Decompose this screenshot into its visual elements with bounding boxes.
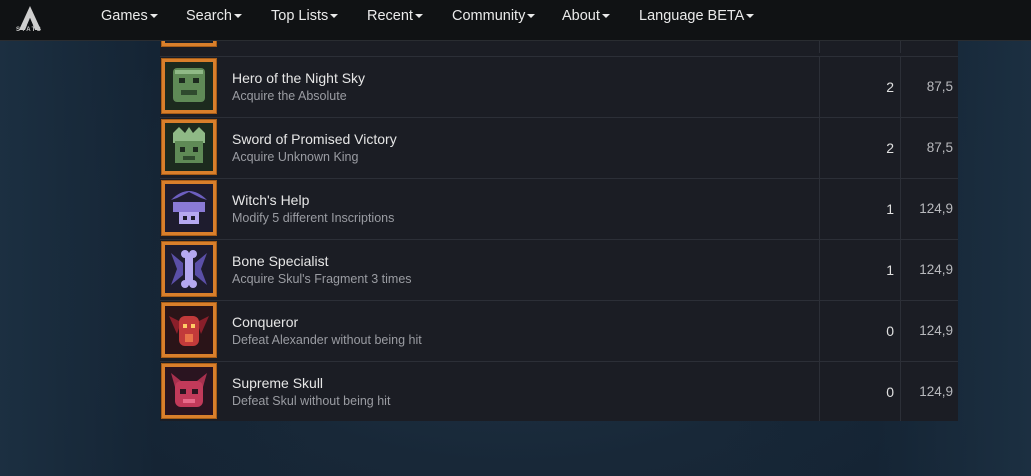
caret-down-icon	[527, 14, 536, 19]
nav-recent[interactable]: Recent	[367, 0, 423, 32]
achievement-description: Acquire the Absolute	[232, 89, 347, 103]
nav-recent-label: Recent	[367, 8, 413, 24]
achievement-icon-frame	[161, 180, 217, 236]
achievement-count: 1	[886, 262, 894, 278]
achievement-name[interactable]: Supreme Skull	[232, 375, 323, 391]
column-separator	[900, 301, 901, 361]
achievement-description: Defeat Alexander without being hit	[232, 333, 422, 347]
column-separator	[900, 118, 901, 178]
achievement-points: 124,9	[919, 262, 953, 277]
table-row[interactable]: Hero of the Night Sky Acquire the Absolu…	[160, 56, 958, 117]
caret-down-icon	[330, 14, 339, 19]
purple-witch-icon	[165, 184, 213, 232]
achievement-points: 87,5	[926, 79, 953, 94]
achievement-icon-frame	[161, 363, 217, 419]
achievement-description: Modify 5 different Inscriptions	[232, 211, 395, 225]
caret-down-icon	[233, 14, 242, 19]
red-skull-icon	[165, 367, 213, 415]
table-row[interactable]: Bone Specialist Acquire Skul's Fragment …	[160, 239, 958, 300]
achievement-name[interactable]: Bone Specialist	[232, 253, 329, 269]
achievement-points: 124,9	[919, 384, 953, 399]
achievement-description: Acquire Unknown King	[232, 150, 359, 164]
nav-language-label: Language BETA	[639, 8, 745, 24]
green-king-icon	[165, 123, 213, 171]
table-row[interactable]: Witch's Help Modify 5 different Inscript…	[160, 178, 958, 239]
top-navbar: STATS Games Search Top Lists Recent Comm…	[0, 0, 1031, 41]
nav-about-label: About	[562, 8, 600, 24]
achievement-icon-frame	[161, 119, 217, 175]
table-row[interactable]: Supreme Skull Defeat Skul without being …	[160, 361, 958, 421]
nav-language[interactable]: Language BETA	[639, 0, 755, 32]
green-demon-icon	[165, 62, 213, 110]
achievement-icon-frame	[161, 241, 217, 297]
column-separator	[900, 240, 901, 300]
achievement-points: 124,9	[919, 201, 953, 216]
achievement-count: 2	[886, 140, 894, 156]
caret-down-icon	[746, 14, 755, 19]
nav-games[interactable]: Games	[101, 0, 158, 32]
nav-about[interactable]: About	[562, 0, 610, 32]
achievement-name[interactable]: Sword of Promised Victory	[232, 131, 397, 147]
achievement-count: 2	[886, 79, 894, 95]
column-separator	[900, 362, 901, 421]
achievement-count: 0	[886, 323, 894, 339]
nav-community[interactable]: Community	[452, 0, 536, 32]
caret-down-icon	[149, 14, 158, 19]
achievement-description: Defeat Skul without being hit	[232, 394, 391, 408]
achievement-name[interactable]: Conqueror	[232, 314, 298, 330]
red-demon-icon	[165, 306, 213, 354]
achievement-points: 124,9	[919, 323, 953, 338]
achievements-table: Hero of the Night Sky Acquire the Absolu…	[160, 0, 958, 421]
table-row[interactable]: Conqueror Defeat Alexander without being…	[160, 300, 958, 361]
table-row[interactable]: Sword of Promised Victory Acquire Unknow…	[160, 117, 958, 178]
achievement-name[interactable]: Witch's Help	[232, 192, 309, 208]
column-separator	[900, 57, 901, 117]
achievement-icon-frame	[161, 302, 217, 358]
achievement-name[interactable]: Hero of the Night Sky	[232, 70, 365, 86]
achievement-count: 0	[886, 384, 894, 400]
achievement-icon-frame	[161, 58, 217, 114]
achievement-description: Acquire Skul's Fragment 3 times	[232, 272, 412, 286]
purple-bone-icon	[165, 245, 213, 293]
nav-community-label: Community	[452, 8, 526, 24]
logo-text: STATS	[16, 27, 43, 33]
nav-search[interactable]: Search	[186, 0, 242, 32]
nav-top-lists-label: Top Lists	[271, 8, 329, 24]
nav-top-lists[interactable]: Top Lists	[271, 0, 339, 32]
caret-down-icon	[414, 14, 423, 19]
caret-down-icon	[601, 14, 610, 19]
column-separator	[900, 179, 901, 239]
achievement-count: 1	[886, 201, 894, 217]
nav-games-label: Games	[101, 8, 148, 24]
achievement-points: 87,5	[926, 140, 953, 155]
nav-search-label: Search	[186, 8, 232, 24]
